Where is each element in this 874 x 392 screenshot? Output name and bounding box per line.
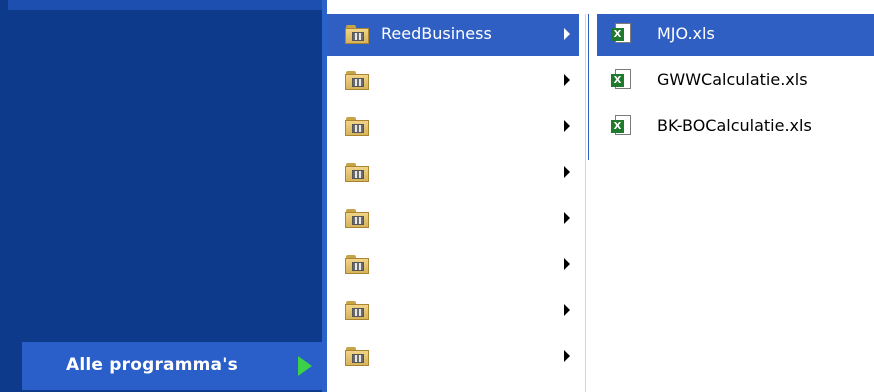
submenu-item[interactable] bbox=[327, 244, 579, 286]
submenu-arrow-icon bbox=[564, 350, 570, 362]
program-folder-icon bbox=[345, 25, 369, 44]
file-submenu-top-gap bbox=[588, 0, 874, 14]
submenu-item[interactable] bbox=[327, 290, 579, 332]
file-item-bk-bocalculatie[interactable]: X BK-BOCalculatie.xls bbox=[589, 106, 872, 148]
submenu-item[interactable] bbox=[327, 152, 579, 194]
program-folder-icon bbox=[345, 301, 369, 320]
programs-submenu: ReedBusiness bbox=[327, 14, 586, 392]
submenu-item[interactable] bbox=[327, 106, 579, 148]
submenu-arrow-icon bbox=[564, 74, 570, 86]
submenu-arrow-icon bbox=[564, 28, 570, 40]
excel-file-icon: X bbox=[611, 69, 633, 93]
start-menu-panel: Alle programma's bbox=[0, 0, 322, 392]
submenu-arrow-icon bbox=[564, 304, 570, 316]
submenu-item-label: ReedBusiness bbox=[381, 24, 492, 43]
program-folder-icon bbox=[345, 255, 369, 274]
file-item-gwwcalculatie[interactable]: X GWWCalculatie.xls bbox=[589, 60, 872, 102]
submenu-item-reedbusiness[interactable]: ReedBusiness bbox=[327, 14, 579, 56]
files-submenu: X MJO.xls X GWWCalculatie.xls X BK-BOCal… bbox=[588, 14, 874, 160]
submenu-item[interactable] bbox=[327, 336, 579, 378]
file-item-label: MJO.xls bbox=[657, 24, 715, 43]
submenu-item[interactable] bbox=[327, 60, 579, 102]
program-folder-icon bbox=[345, 347, 369, 366]
program-folder-icon bbox=[345, 71, 369, 90]
program-folder-icon bbox=[345, 209, 369, 228]
submenu-item[interactable] bbox=[327, 198, 579, 240]
start-menu-top-strip bbox=[8, 0, 322, 10]
program-folder-icon bbox=[345, 117, 369, 136]
excel-file-icon: X bbox=[611, 115, 633, 139]
submenu-arrow-icon bbox=[564, 120, 570, 132]
all-programs-label: Alle programma's bbox=[66, 355, 238, 375]
file-item-label: BK-BOCalculatie.xls bbox=[657, 116, 812, 135]
file-item-mjo[interactable]: X MJO.xls bbox=[597, 14, 874, 56]
all-programs-button[interactable]: Alle programma's bbox=[22, 342, 322, 390]
excel-file-icon: X bbox=[611, 23, 633, 47]
submenu-arrow-icon bbox=[564, 212, 570, 224]
green-arrow-icon bbox=[298, 356, 312, 376]
program-folder-icon bbox=[345, 163, 369, 182]
submenu-arrow-icon bbox=[564, 166, 570, 178]
submenu-top-gap bbox=[327, 0, 585, 14]
submenu-arrow-icon bbox=[564, 258, 570, 270]
file-item-label: GWWCalculatie.xls bbox=[657, 70, 808, 89]
